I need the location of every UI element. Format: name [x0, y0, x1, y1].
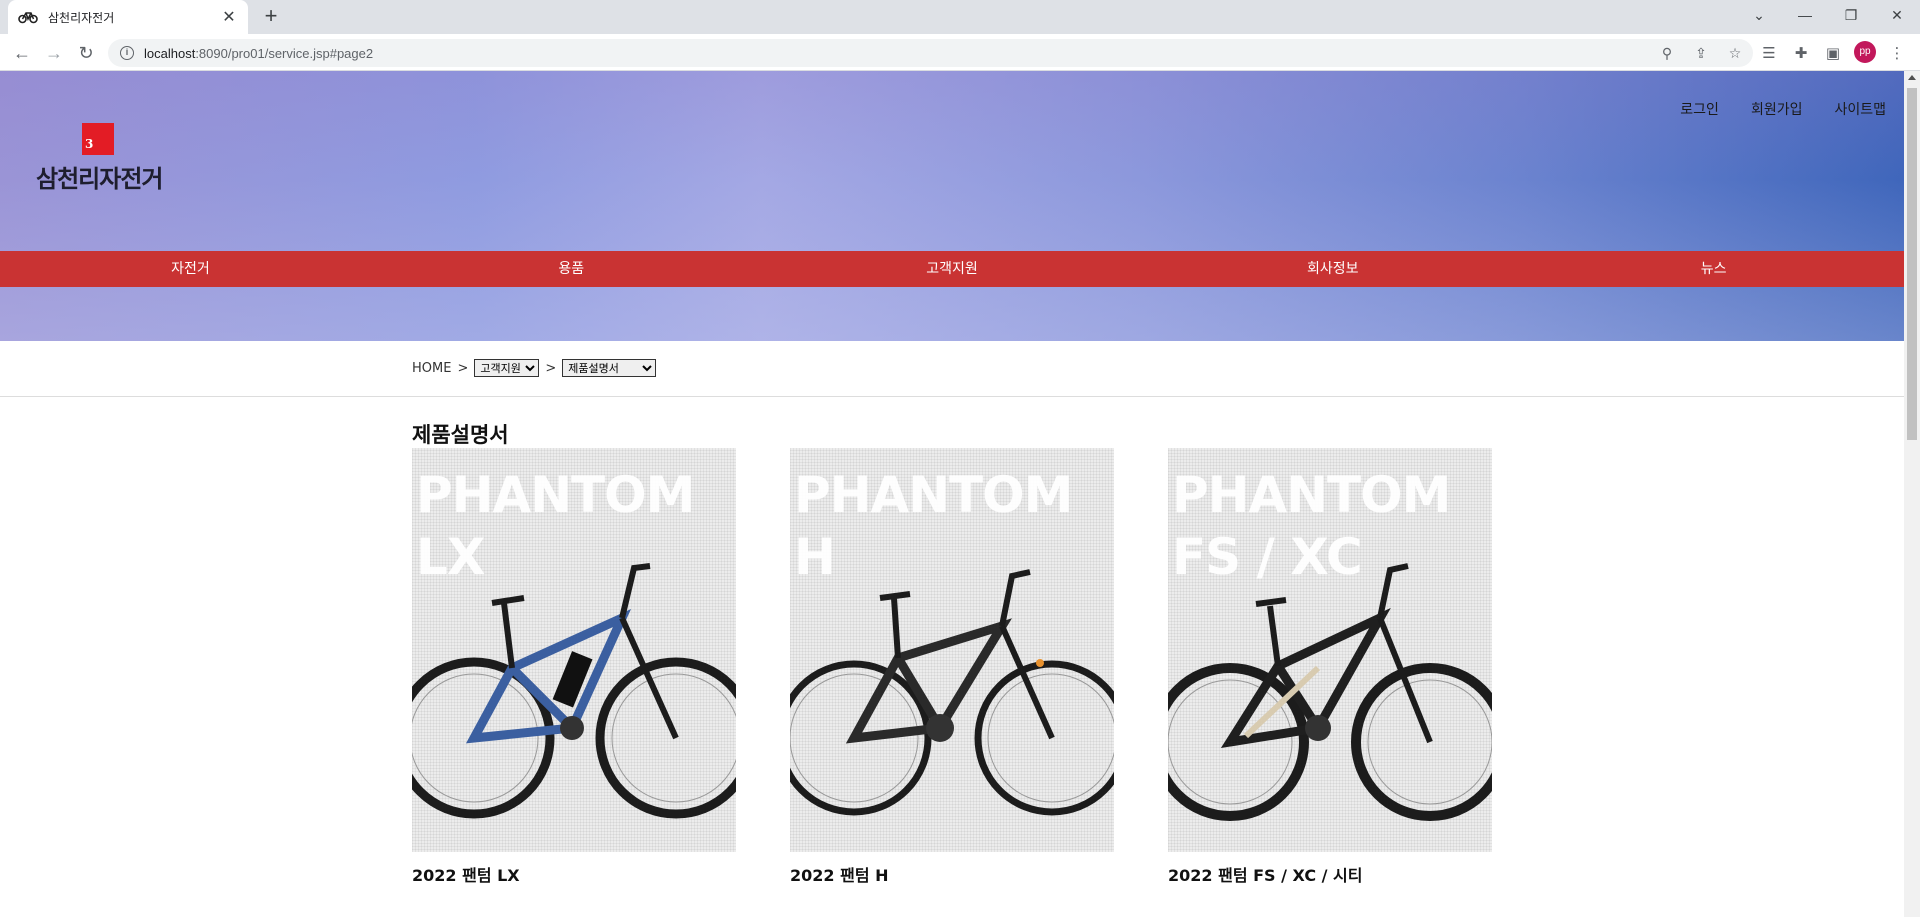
- bicycle-favicon-icon: [18, 9, 38, 25]
- bicycle-illustration: [1168, 563, 1492, 821]
- tab-search-icon[interactable]: ⌄: [1736, 0, 1782, 30]
- logo-text: 삼천리자전거: [36, 165, 163, 193]
- site-logo[interactable]: 3 삼천리자전거: [36, 123, 166, 194]
- nav-item-news[interactable]: 뉴스: [1523, 251, 1904, 287]
- breadcrumb: HOME > 고객지원 > 제품설명서: [0, 341, 1904, 397]
- product-caption[interactable]: 2022 팬텀 FS / XC / 시티: [1168, 862, 1492, 886]
- bicycle-illustration: [790, 569, 1114, 816]
- nav-item-company[interactable]: 회사정보: [1142, 251, 1523, 287]
- url-path: :8090/pro01/service.jsp#page2: [195, 45, 374, 61]
- breadcrumb-separator: >: [457, 360, 469, 376]
- product-card[interactable]: PHANTOM H 2022 팬텀 H: [790, 448, 1114, 886]
- bicycle-illustration: [412, 563, 736, 819]
- back-icon[interactable]: ←: [8, 39, 36, 67]
- product-caption[interactable]: 2022 팬텀 H: [790, 862, 1114, 886]
- url-host: localhost: [144, 45, 196, 61]
- profile-avatar[interactable]: pp: [1854, 41, 1876, 63]
- browser-tab[interactable]: 삼천리자전거 ✕: [8, 0, 248, 34]
- minimize-button[interactable]: —: [1782, 0, 1828, 30]
- page-select[interactable]: 제품설명서: [562, 359, 657, 377]
- close-tab-icon[interactable]: ✕: [220, 7, 238, 27]
- login-link[interactable]: 로그인: [1680, 99, 1719, 119]
- nav-item-accessories[interactable]: 용품: [381, 251, 762, 287]
- reading-list-icon[interactable]: ☰: [1756, 40, 1782, 66]
- side-panel-icon[interactable]: ▣: [1820, 40, 1846, 66]
- scrollbar-thumb[interactable]: [1907, 88, 1917, 440]
- page-title: 제품설명서: [412, 423, 509, 447]
- product-list: PHANTOM LX 2022 팬텀 LX PHANTOM H 2022 팬텀 …: [412, 448, 1492, 886]
- page-viewport: 3 삼천리자전거 로그인 회원가입 사이트맵 자전거 용품 고객지원 회사정보 …: [0, 71, 1904, 917]
- reload-icon[interactable]: ↻: [72, 39, 100, 67]
- utility-nav: 로그인 회원가입 사이트맵: [1680, 99, 1886, 119]
- product-card[interactable]: PHANTOM FS / XC 2022 팬텀 FS / XC / 시티: [1168, 448, 1492, 886]
- extensions-icon[interactable]: ✚: [1788, 40, 1814, 66]
- nav-item-bicycle[interactable]: 자전거: [0, 251, 381, 287]
- product-card[interactable]: PHANTOM LX 2022 팬텀 LX: [412, 448, 736, 886]
- product-image[interactable]: PHANTOM H: [790, 448, 1114, 852]
- breadcrumb-home[interactable]: HOME: [412, 361, 451, 376]
- sitemap-link[interactable]: 사이트맵: [1834, 99, 1886, 119]
- site-info-icon[interactable]: i: [120, 46, 134, 60]
- browser-toolbar: ← → ↻ i localhost:8090/pro01/service.jsp…: [0, 34, 1920, 71]
- logo-mark-icon: 3: [82, 123, 114, 155]
- browser-tabbar: 삼천리자전거 ✕ + ⌄ — ❐ ✕: [0, 0, 1920, 34]
- main-nav: 자전거 용품 고객지원 회사정보 뉴스: [0, 251, 1904, 287]
- nav-item-support[interactable]: 고객지원: [762, 251, 1143, 287]
- product-image[interactable]: PHANTOM FS / XC: [1168, 448, 1492, 852]
- breadcrumb-separator: >: [545, 360, 557, 376]
- restore-button[interactable]: ❐: [1828, 0, 1874, 30]
- page-scrollbar[interactable]: [1904, 71, 1920, 917]
- browser-menu-icon[interactable]: ⋮: [1884, 40, 1910, 66]
- zoom-icon[interactable]: ⚲: [1657, 43, 1677, 63]
- share-icon[interactable]: ⇪: [1691, 43, 1711, 63]
- header-hero: 3 삼천리자전거 로그인 회원가입 사이트맵 자전거 용품 고객지원 회사정보 …: [0, 71, 1904, 341]
- scroll-up-icon[interactable]: [1908, 75, 1916, 80]
- close-window-button[interactable]: ✕: [1874, 0, 1920, 30]
- product-image[interactable]: PHANTOM LX: [412, 448, 736, 852]
- bookmark-star-icon[interactable]: ☆: [1725, 43, 1745, 63]
- category-select[interactable]: 고객지원: [474, 359, 540, 377]
- tab-title: 삼천리자전거: [48, 10, 115, 25]
- signup-link[interactable]: 회원가입: [1751, 99, 1803, 119]
- forward-icon[interactable]: →: [40, 39, 68, 67]
- new-tab-button[interactable]: +: [258, 4, 284, 30]
- address-bar[interactable]: i localhost:8090/pro01/service.jsp#page2…: [108, 39, 1753, 67]
- product-caption[interactable]: 2022 팬텀 LX: [412, 862, 736, 886]
